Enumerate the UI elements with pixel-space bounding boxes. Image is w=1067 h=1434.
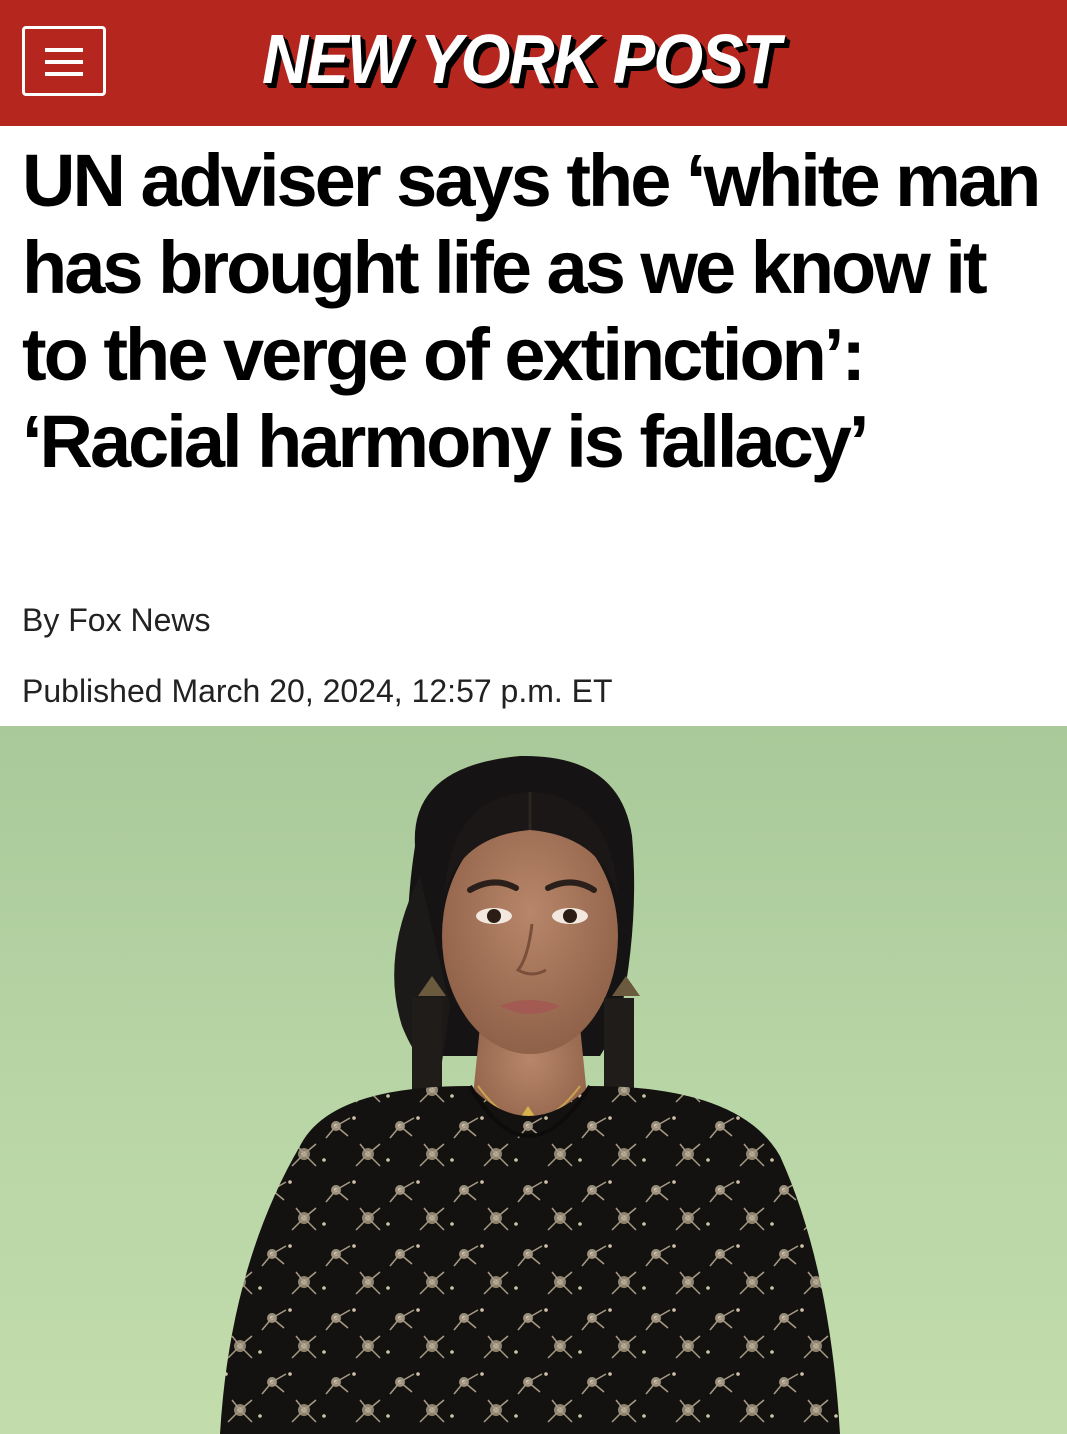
- article-published-date: Published March 20, 2024, 12:57 p.m. ET: [22, 673, 613, 709]
- portrait-photo: [220, 755, 840, 1434]
- site-logo[interactable]: NEW YORK POST: [262, 10, 781, 107]
- article-headline: UN adviser says the ‘white man has broug…: [22, 139, 1041, 483]
- hamburger-menu-icon[interactable]: [22, 26, 106, 96]
- article-photo: [0, 726, 1067, 1434]
- article-byline: By Fox News: [22, 602, 211, 638]
- menu-bar: [45, 48, 83, 52]
- menu-bar: [45, 60, 83, 64]
- menu-bar: [45, 72, 83, 76]
- site-header: NEW YORK POST: [0, 0, 1067, 126]
